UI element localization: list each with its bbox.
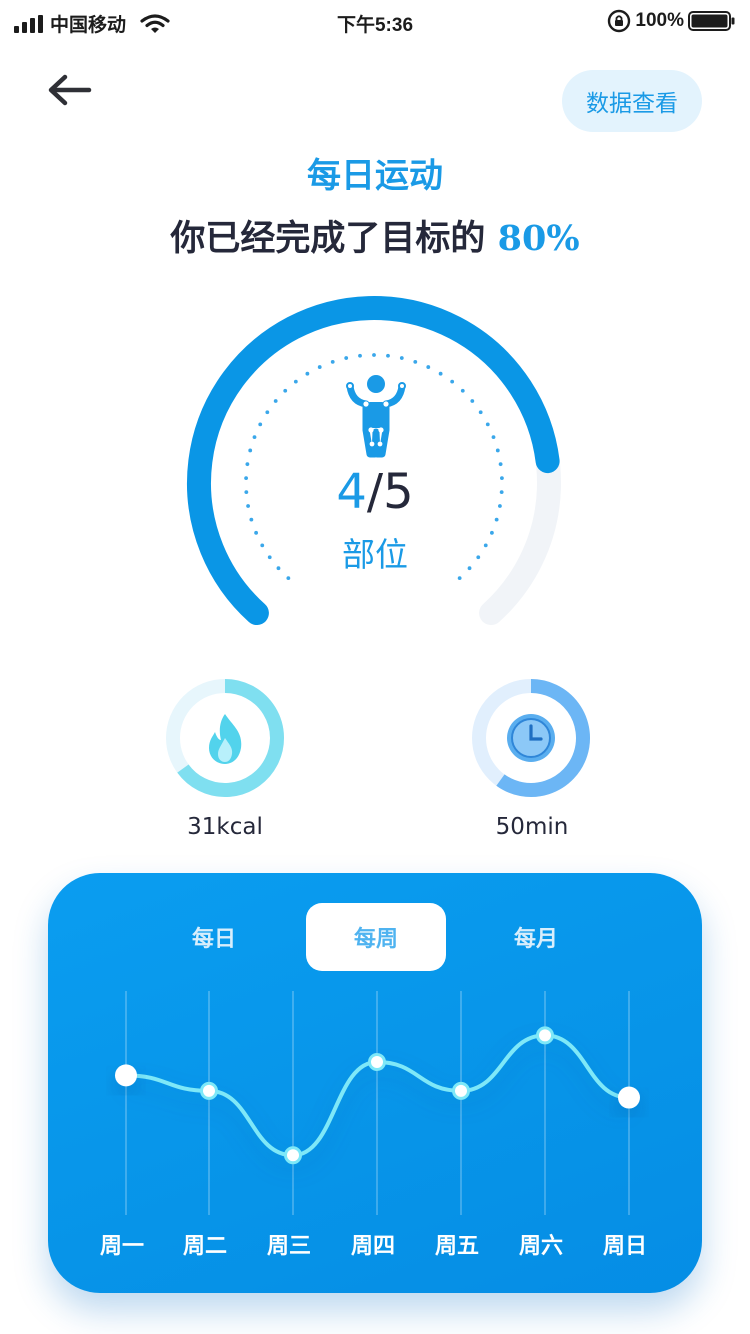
gauge-dot <box>344 356 349 360</box>
calories-ring <box>166 679 284 797</box>
gauge-dot <box>283 388 288 393</box>
flame-icon <box>209 714 242 764</box>
gauge-dot <box>485 422 490 427</box>
gauge-dot <box>491 435 496 440</box>
gauge-dot <box>495 448 500 453</box>
chart-gridlines <box>125 991 630 1215</box>
progress-done: 4 <box>336 464 367 520</box>
duration-ring <box>472 679 590 797</box>
gauge-dot <box>265 410 270 415</box>
chart-x-label: 周一 <box>100 1233 144 1259</box>
chart-point <box>536 1026 554 1045</box>
gauge-dot <box>386 353 390 358</box>
gauge-dot <box>438 371 443 376</box>
chart-x-labels: 周一 周二 周三 周四 周五 周六 周日 <box>100 1233 647 1259</box>
chart-x-label: 周三 <box>267 1233 311 1259</box>
gauge-dot <box>330 359 335 364</box>
chart-x-label: 周六 <box>519 1233 563 1259</box>
gauge-dot <box>317 365 322 369</box>
weekly-card: 每日 每周 每月 周一 周二 周三 周四 周五 周六 周日 <box>48 873 702 1293</box>
progress-total: 5 <box>383 464 414 520</box>
gauge-dot <box>450 379 455 384</box>
chart-x-label: 周日 <box>603 1233 647 1259</box>
duration-value: 50min <box>495 814 569 840</box>
chart-point <box>452 1081 470 1100</box>
body-parts-icon <box>346 375 406 458</box>
chart-point <box>368 1053 386 1072</box>
chart-x-label: 周四 <box>351 1233 395 1259</box>
chart-point <box>284 1146 302 1165</box>
clock-icon <box>507 714 555 762</box>
chart-x-label: 周五 <box>435 1233 479 1259</box>
chart-point <box>115 1064 137 1087</box>
gauge-dot <box>252 435 257 440</box>
gauge-dot <box>372 353 376 357</box>
progress-separator: / <box>366 464 384 520</box>
progress-unit: 部位 <box>342 535 408 574</box>
gauge-dot <box>258 422 263 427</box>
gauge-dot <box>460 388 465 393</box>
gauge-dot <box>293 379 298 384</box>
chart-x-label: 周二 <box>183 1233 227 1259</box>
chart-point <box>200 1081 218 1100</box>
progress-count: 4/5 <box>0 464 750 520</box>
gauge-dot <box>426 365 431 369</box>
gauge-dot <box>399 356 404 360</box>
gauge-dot <box>248 448 253 453</box>
gauge-dot <box>358 353 362 358</box>
gauge-dot <box>457 576 462 581</box>
gauge-dot <box>273 399 278 403</box>
gauge-dot <box>413 359 418 364</box>
gauge-dot <box>286 576 291 581</box>
calories-value: 31kcal <box>187 814 263 840</box>
gauge-dot <box>478 410 483 415</box>
progress-gauge <box>187 296 561 626</box>
gauge-dot <box>305 371 310 376</box>
weekly-line-chart: 周一 周二 周三 周四 周五 周六 周日 <box>100 991 647 1259</box>
gauge-dot <box>470 399 475 403</box>
chart-point <box>618 1086 640 1109</box>
